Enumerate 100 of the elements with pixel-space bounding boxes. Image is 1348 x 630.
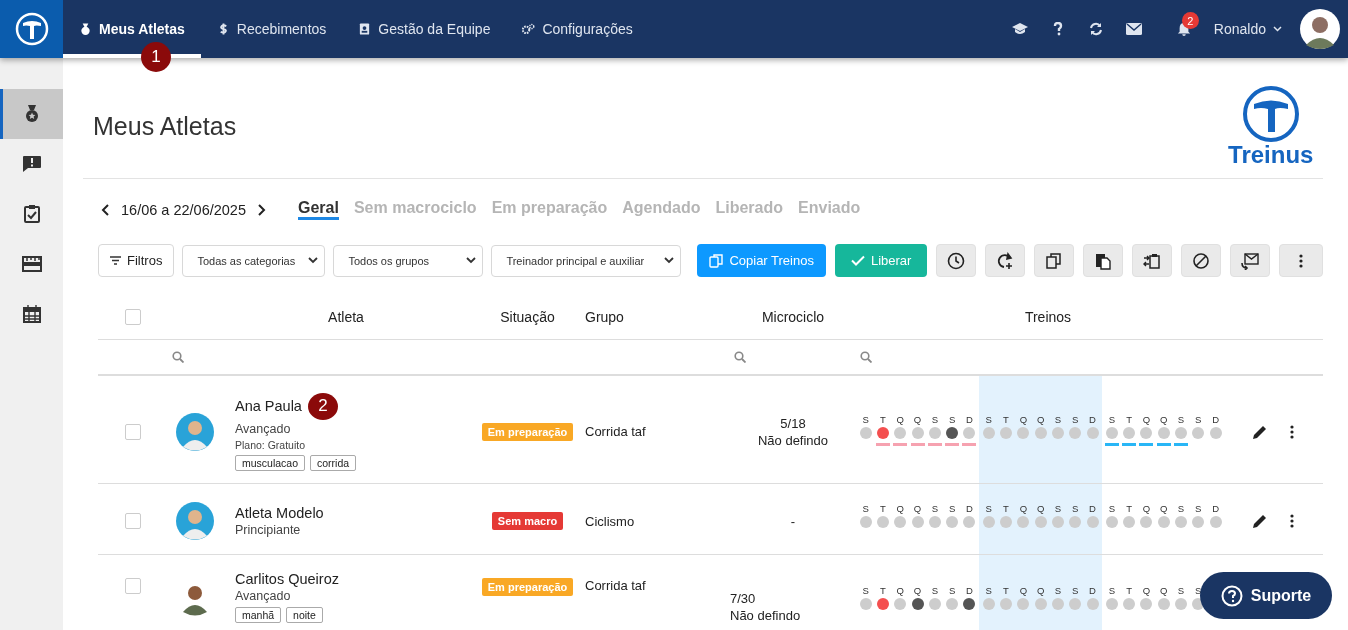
training-dot[interactable] bbox=[1034, 426, 1047, 439]
training-dot[interactable] bbox=[1157, 516, 1170, 528]
training-dot[interactable] bbox=[911, 516, 924, 528]
training-dot[interactable] bbox=[1069, 516, 1082, 528]
dropdown-select[interactable]: Todos os grupos bbox=[333, 244, 484, 277]
training-dot[interactable] bbox=[1034, 598, 1047, 610]
training-dot[interactable] bbox=[1051, 598, 1064, 610]
training-dot[interactable] bbox=[1157, 598, 1170, 610]
next-week-icon[interactable] bbox=[256, 203, 266, 216]
column-header[interactable]: Grupo bbox=[585, 295, 730, 339]
mail-icon[interactable] bbox=[1125, 22, 1142, 36]
edit-icon[interactable] bbox=[1252, 513, 1268, 529]
previous-week-icon[interactable] bbox=[101, 203, 111, 216]
training-dot[interactable] bbox=[1105, 426, 1118, 439]
row-checkbox[interactable] bbox=[125, 578, 141, 594]
duplicate-button[interactable] bbox=[1034, 244, 1075, 277]
search-icon[interactable] bbox=[860, 351, 872, 363]
column-header[interactable]: Microciclo bbox=[730, 295, 856, 339]
athlete-name[interactable]: Carlitos Queiroz bbox=[235, 571, 339, 587]
training-dot[interactable] bbox=[1105, 598, 1118, 610]
dropdown-select[interactable]: Todas as categorias bbox=[182, 244, 326, 277]
training-dot[interactable] bbox=[946, 426, 959, 439]
nav-tab[interactable]: Recebimentos bbox=[200, 0, 343, 58]
status-tab[interactable]: Geral bbox=[298, 199, 339, 220]
training-dot[interactable] bbox=[1123, 598, 1136, 610]
dropdown-select[interactable]: Treinador principal e auxiliar bbox=[491, 244, 682, 277]
training-dot[interactable] bbox=[1123, 516, 1136, 528]
athlete-name[interactable]: Atleta Modelo bbox=[235, 505, 324, 521]
more-button[interactable] bbox=[1279, 244, 1324, 277]
training-dot[interactable] bbox=[876, 598, 889, 610]
nav-tab[interactable]: Gestão da Equipe bbox=[342, 0, 507, 58]
select-all-checkbox[interactable] bbox=[125, 309, 141, 325]
training-dot[interactable] bbox=[1000, 598, 1012, 610]
nav-tab[interactable]: Configurações bbox=[506, 0, 649, 58]
training-dot[interactable] bbox=[1069, 598, 1082, 610]
user-avatar[interactable] bbox=[1300, 9, 1340, 49]
training-dot[interactable] bbox=[1175, 426, 1187, 439]
row-checkbox[interactable] bbox=[125, 513, 141, 529]
training-dot[interactable] bbox=[963, 426, 976, 439]
block-button[interactable] bbox=[1181, 244, 1222, 277]
app-logo[interactable] bbox=[0, 0, 63, 58]
training-dot[interactable] bbox=[1017, 426, 1030, 439]
training-dot[interactable] bbox=[1175, 598, 1187, 610]
row-checkbox[interactable] bbox=[125, 423, 141, 440]
training-dot[interactable] bbox=[1105, 516, 1118, 528]
column-header[interactable]: Atleta bbox=[222, 295, 470, 339]
training-dot[interactable] bbox=[859, 516, 872, 528]
repeat-add-button[interactable] bbox=[985, 244, 1026, 277]
more-icon[interactable] bbox=[1290, 424, 1294, 439]
training-dot[interactable] bbox=[1157, 426, 1170, 439]
training-dot[interactable] bbox=[1209, 516, 1222, 528]
training-dot[interactable] bbox=[1017, 516, 1030, 528]
history-button[interactable] bbox=[936, 244, 977, 277]
athlete-name[interactable]: Ana Paula bbox=[235, 398, 302, 414]
training-dot[interactable] bbox=[1051, 426, 1064, 439]
training-dot[interactable] bbox=[1017, 598, 1030, 610]
support-button[interactable]: Suporte bbox=[1200, 572, 1332, 619]
training-dot[interactable] bbox=[1000, 426, 1012, 439]
training-dot[interactable] bbox=[946, 598, 959, 610]
search-icon[interactable] bbox=[172, 351, 184, 363]
training-dot[interactable] bbox=[928, 426, 941, 439]
training-dot[interactable] bbox=[1086, 426, 1099, 439]
training-dot[interactable] bbox=[982, 516, 995, 528]
training-dot[interactable] bbox=[1140, 598, 1153, 610]
training-dot[interactable] bbox=[1086, 598, 1099, 610]
training-dot[interactable] bbox=[982, 598, 995, 610]
more-icon[interactable] bbox=[1290, 514, 1294, 528]
training-dot[interactable] bbox=[859, 598, 872, 610]
training-dot[interactable] bbox=[1192, 516, 1205, 528]
training-dot[interactable] bbox=[1086, 516, 1099, 528]
training-dot[interactable] bbox=[876, 516, 889, 528]
training-dot[interactable] bbox=[1123, 426, 1136, 439]
training-dot[interactable] bbox=[876, 426, 889, 439]
search-icon[interactable] bbox=[734, 351, 746, 363]
training-dot[interactable] bbox=[1034, 516, 1047, 528]
training-dot[interactable] bbox=[928, 516, 941, 528]
training-dot[interactable] bbox=[982, 426, 995, 439]
training-dot[interactable] bbox=[1069, 426, 1082, 439]
training-dot[interactable] bbox=[963, 598, 976, 610]
training-dot[interactable] bbox=[1175, 516, 1187, 528]
training-dot[interactable] bbox=[1140, 516, 1153, 528]
paste-button[interactable] bbox=[1083, 244, 1124, 277]
filters-button[interactable]: Filtros bbox=[98, 244, 175, 277]
training-dot[interactable] bbox=[963, 516, 976, 528]
sidebar-item[interactable] bbox=[0, 89, 63, 139]
training-dot[interactable] bbox=[894, 598, 907, 610]
column-header[interactable]: Treinos bbox=[856, 295, 1240, 339]
sync-icon[interactable] bbox=[1087, 22, 1104, 36]
send-mail-button[interactable] bbox=[1230, 244, 1271, 277]
training-dot[interactable] bbox=[1209, 426, 1222, 439]
user-menu[interactable]: Ronaldo bbox=[1213, 21, 1282, 37]
column-header[interactable]: Situação bbox=[470, 295, 585, 339]
training-dot[interactable] bbox=[1051, 516, 1064, 528]
training-dot[interactable] bbox=[894, 516, 907, 528]
training-dot[interactable] bbox=[894, 426, 907, 439]
training-dot[interactable] bbox=[1192, 426, 1205, 439]
training-dot[interactable] bbox=[1140, 426, 1153, 439]
graduation-cap-icon[interactable] bbox=[1011, 22, 1028, 36]
training-dot[interactable] bbox=[911, 598, 924, 610]
training-dot[interactable] bbox=[911, 426, 924, 439]
